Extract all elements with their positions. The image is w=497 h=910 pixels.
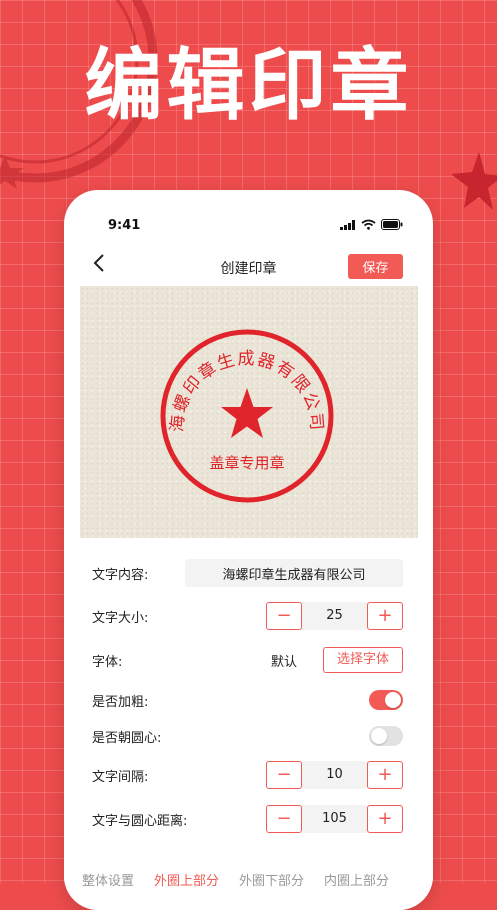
tab-outer-bottom[interactable]: 外圈下部分 [239,870,304,890]
text-size-decrement-button[interactable]: − [266,602,302,630]
toward-center-label: 是否朝圆心: [92,730,162,746]
text-distance-label: 文字与圆心距离: [92,813,188,829]
battery-icon [381,219,403,230]
text-spacing-increment-button[interactable]: + [367,761,403,789]
signal-icon [340,219,355,230]
seal-star-icon [221,388,273,438]
seal-bottom-text: 盖章专用章 [209,454,284,472]
settings-panel: 文字内容: 文字大小: − 25 + 字体: 默认 选择字体 是否加粗: 是否朝… [64,538,433,910]
row-text-content: 文字内容: [92,558,403,588]
row-toward-center: 是否朝圆心: [92,721,403,751]
headline: 编辑印章 [84,41,413,131]
row-text-spacing: 文字间隔: − 10 + [92,760,403,790]
text-distance-value[interactable]: 105 [302,805,367,833]
text-size-value[interactable]: 25 [302,602,367,630]
row-font: 字体: 默认 选择字体 [92,645,403,675]
seal-stamp: 海螺印章生成器有限公司 盖章专用章 [160,329,334,503]
text-spacing-decrement-button[interactable]: − [266,761,302,789]
text-content-input[interactable] [185,559,403,587]
row-text-size: 文字大小: − 25 + [92,601,403,631]
text-distance-increment-button[interactable]: + [367,805,403,833]
font-label: 字体: [92,654,123,670]
toggle-knob [385,692,401,708]
status-icons [340,219,403,230]
toward-center-toggle[interactable] [369,726,403,746]
text-content-label: 文字内容: [92,567,149,583]
bold-toggle[interactable] [369,690,403,710]
toggle-knob [371,728,387,744]
text-spacing-stepper: − 10 + [266,761,403,789]
tab-overall[interactable]: 整体设置 [82,870,134,890]
text-size-label: 文字大小: [92,610,149,626]
text-distance-decrement-button[interactable]: − [266,805,302,833]
save-button[interactable]: 保存 [348,254,403,279]
bold-label: 是否加粗: [92,694,149,710]
row-bold: 是否加粗: [92,685,403,715]
text-spacing-value[interactable]: 10 [302,761,367,789]
decorative-star-icon [451,152,497,210]
settings-tabs: 整体设置 外圈上部分 外圈下部分 内圈上部分 [82,870,433,890]
row-text-distance: 文字与圆心距离: − 105 + [92,804,403,834]
status-time: 9:41 [108,218,141,233]
phone-mockup: 9:41 创建印章 保存 海螺印章生成器有限公司 盖章专用章 文字内容: 海螺印… [64,190,433,910]
font-current-value: 默认 [270,654,297,670]
status-bar: 9:41 [64,190,433,233]
text-distance-stepper: − 105 + [266,805,403,833]
navigation-bar: 创建印章 保存 [64,246,433,286]
tab-inner-top[interactable]: 内圈上部分 [324,870,389,890]
text-spacing-label: 文字间隔: [92,769,149,785]
choose-font-button[interactable]: 选择字体 [323,647,403,673]
text-size-stepper: − 25 + [266,602,403,630]
seal-preview: 海螺印章生成器有限公司 盖章专用章 [80,286,418,556]
wifi-icon [361,219,376,230]
text-size-increment-button[interactable]: + [367,602,403,630]
tab-outer-top[interactable]: 外圈上部分 [154,870,219,890]
